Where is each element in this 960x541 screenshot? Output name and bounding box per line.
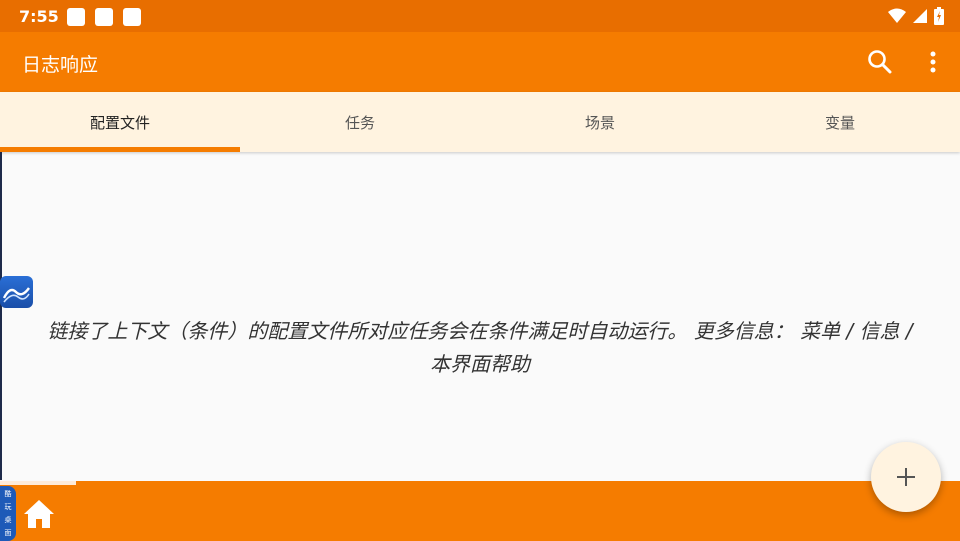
tab-profiles[interactable]: 配置文件 [0, 92, 240, 152]
search-icon[interactable] [866, 48, 894, 76]
more-vert-icon[interactable] [919, 48, 947, 76]
tab-bar: 配置文件 任务 场景 变量 [0, 92, 960, 152]
tab-tasks[interactable]: 任务 [240, 92, 480, 152]
status-time: 7:55 [19, 7, 59, 26]
bottom-bar [0, 481, 960, 541]
tab-label: 场景 [584, 113, 615, 132]
home-icon[interactable] [22, 498, 56, 530]
floating-app-icon[interactable] [0, 276, 33, 308]
pill-char: 桌 [4, 515, 12, 524]
tab-label: 变量 [824, 113, 855, 132]
empty-state-line: 本界面帮助 [430, 352, 530, 376]
wifi-icon [888, 8, 906, 23]
tab-variables[interactable]: 变量 [720, 92, 960, 152]
wave-icon [2, 287, 30, 303]
tab-label: 任务 [344, 113, 375, 132]
tab-label: 配置文件 [89, 113, 150, 132]
notification-icon [67, 8, 85, 26]
tab-scenes[interactable]: 场景 [480, 92, 720, 152]
notification-icon [123, 8, 141, 26]
status-icons [888, 7, 944, 25]
app-bar: 日志响应 [0, 32, 960, 92]
plus-icon [897, 468, 915, 486]
empty-state-text: 链接了上下文（条件）的配置文件所对应任务会在条件满足时自动运行。 更多信息： 菜… [0, 315, 960, 381]
side-launcher-pill[interactable]: 酷 玩 桌 面 [0, 486, 16, 541]
notification-icon [95, 8, 113, 26]
page-title: 日志响应 [22, 54, 99, 76]
empty-state-line: 链接了上下文（条件）的配置文件所对应任务会在条件满足时自动运行。 更多信息： 菜… [47, 319, 913, 343]
bottom-progress [0, 481, 76, 485]
status-bar: 7:55 [0, 0, 960, 32]
pill-char: 面 [4, 528, 12, 537]
battery-icon [934, 7, 944, 25]
add-button[interactable] [871, 442, 941, 512]
pill-char: 酷 [4, 490, 12, 499]
signal-icon [913, 9, 927, 23]
pill-char: 玩 [4, 503, 12, 512]
